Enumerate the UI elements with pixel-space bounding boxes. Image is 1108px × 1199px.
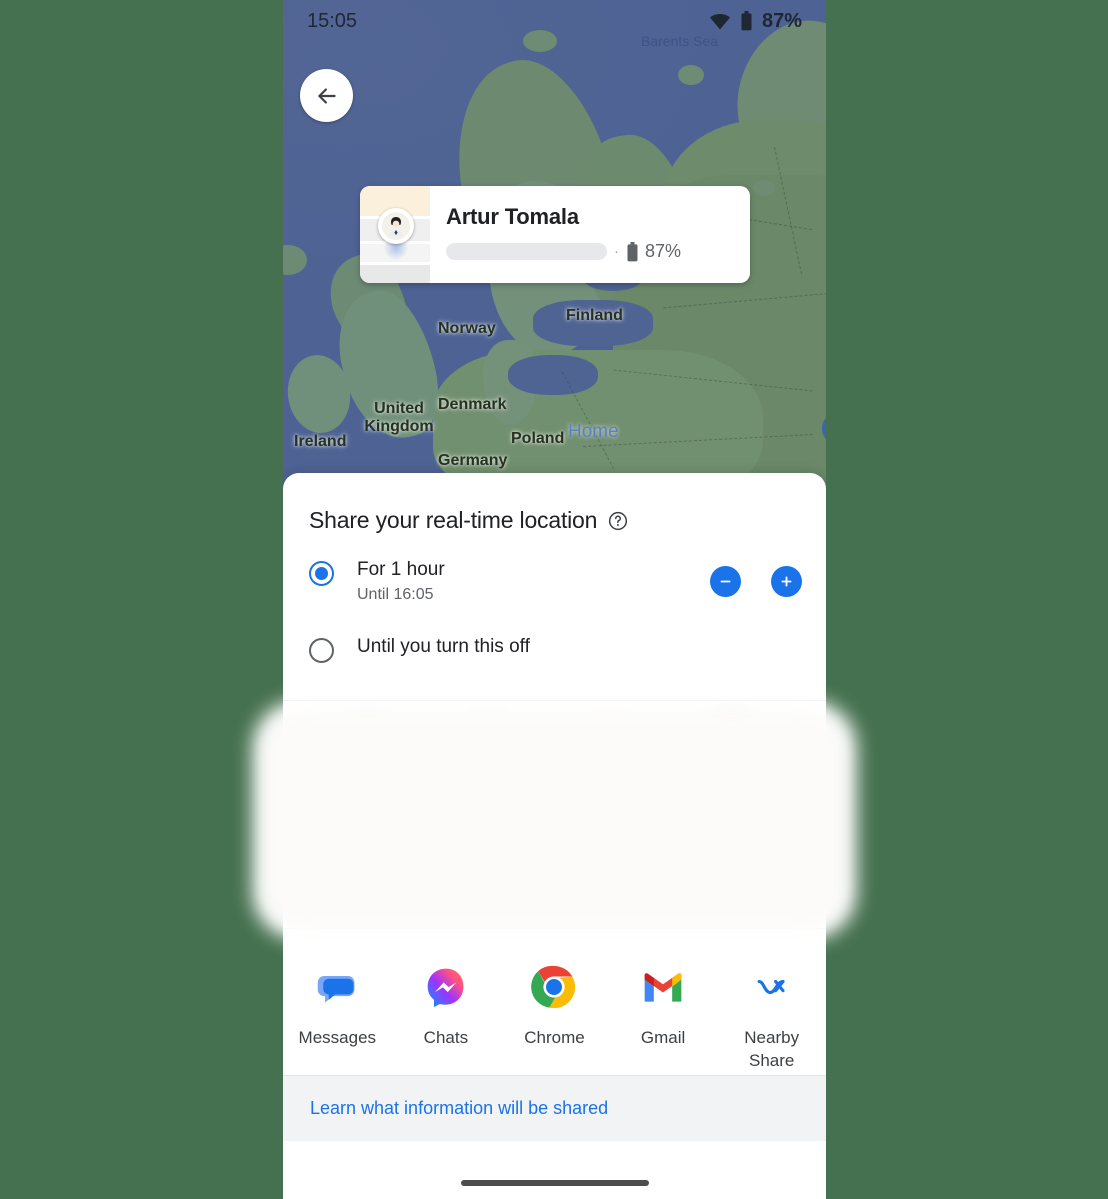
- map-label-finland: Finland: [566, 307, 623, 324]
- card-address-redacted: [446, 243, 607, 260]
- status-battery-percent: 87%: [761, 9, 802, 32]
- wifi-icon: [709, 14, 730, 30]
- option-text-for-1-hour: For 1 hour Until 16:05: [357, 558, 710, 604]
- share-target-chats[interactable]: Chats: [392, 963, 501, 1073]
- map-label-norway: Norway: [438, 320, 496, 337]
- plus-glyph: [781, 576, 792, 587]
- messenger-icon: [422, 963, 470, 1011]
- option-text-until-turned-off: Until you turn this off: [357, 635, 802, 659]
- learn-what-information-link[interactable]: Learn what information will be shared: [310, 1098, 608, 1119]
- messages-icon: [313, 963, 361, 1011]
- map-label-poland: Poland: [511, 430, 565, 447]
- card-battery-percent: 87%: [645, 241, 682, 261]
- minus-circle-icon[interactable]: [710, 566, 741, 597]
- phone-viewport: Barents Sea Norway Finland Denmark Unite…: [283, 0, 826, 1199]
- minus-glyph: [720, 580, 731, 583]
- share-target-label: Gmail: [640, 1027, 686, 1047]
- card-meta-row: · 87%: [446, 241, 734, 262]
- page-title: Share your real-time location: [309, 507, 598, 533]
- person-info-card[interactable]: Artur Tomala · 87%: [360, 186, 750, 283]
- contact-item[interactable]: Jus Pad +48 602: [791, 722, 826, 928]
- contact-name: Jus Pad: [823, 811, 826, 833]
- card-map-thumbnail: [360, 186, 430, 283]
- radio-until-turned-off[interactable]: [309, 637, 334, 663]
- chrome-icon: [530, 963, 578, 1011]
- battery-icon: [741, 11, 752, 31]
- share-target-label: Chats: [423, 1027, 469, 1047]
- screen: Barents Sea Norway Finland Denmark Unite…: [0, 0, 1108, 1199]
- status-icons: 87%: [709, 10, 802, 33]
- contact-app-label: Maps: [470, 845, 507, 863]
- map-label-ireland: Ireland: [294, 433, 347, 450]
- nearby-share-icon: [748, 963, 796, 1011]
- option-sublabel-until: Until 16:05: [357, 585, 434, 603]
- contact-item[interactable]: Maps: [670, 722, 791, 928]
- share-app-row: Messages Chats Chrome Gmail Nearby Share: [283, 927, 826, 1073]
- contact-item[interactable]: Maps: [307, 722, 428, 928]
- share-target-label: Chrome: [524, 1027, 585, 1047]
- gmail-icon: [639, 963, 687, 1011]
- sheet-header: Share your real-time location: [283, 473, 826, 534]
- option-row-for-1-hour[interactable]: For 1 hour Until 16:05: [283, 558, 826, 604]
- option-label-until-turned-off: Until you turn this off: [357, 635, 530, 657]
- inland-water-baltic-2: [508, 355, 598, 395]
- contacts-strip[interactable]: Maps Maps Maps Maps: [283, 700, 826, 928]
- help-circle-icon[interactable]: [608, 511, 628, 531]
- battery-icon: [627, 241, 638, 261]
- map-label-denmark: Denmark: [438, 396, 507, 413]
- back-button[interactable]: [300, 69, 353, 122]
- map-label-united-kingdom: United Kingdom: [364, 400, 434, 436]
- map-canvas[interactable]: Barents Sea Norway Finland Denmark Unite…: [283, 0, 826, 495]
- person-avatar-icon: [378, 208, 414, 244]
- card-meta-separator: ·: [614, 243, 619, 260]
- contact-item[interactable]: Maps: [484, 722, 735, 928]
- duration-stepper: [710, 566, 802, 597]
- card-body: Artur Tomala · 87%: [430, 186, 750, 283]
- contact-app-label: +48 602: [824, 848, 826, 865]
- avatar-glyph: [389, 217, 403, 236]
- map-label-germany: Germany: [438, 452, 508, 469]
- share-target-gmail[interactable]: Gmail: [609, 963, 718, 1073]
- contact-app-label: Maps: [591, 845, 628, 863]
- share-target-nearby-share[interactable]: Nearby Share: [717, 963, 826, 1073]
- pin-body: [822, 412, 826, 445]
- back-arrow-icon: [317, 87, 336, 104]
- share-bottom-sheet: Share your real-time location For 1 hour…: [283, 473, 826, 1199]
- map-label-home: Home: [568, 421, 619, 442]
- option-label-for-1-hour: For 1 hour: [357, 559, 445, 580]
- card-person-name: Artur Tomala: [446, 204, 579, 229]
- option-row-until-turned-off[interactable]: Until you turn this off: [283, 635, 826, 663]
- home-pin-icon[interactable]: [822, 412, 826, 454]
- learn-more-bar: Learn what information will be shared: [283, 1075, 826, 1141]
- duration-options: For 1 hour Until 16:05 Until you turn th…: [283, 534, 826, 663]
- home-gesture-bar[interactable]: [460, 1180, 649, 1186]
- landmass-isle-2: [678, 65, 704, 85]
- share-target-label: Nearby Share: [744, 1027, 800, 1070]
- landmass-isle-3: [753, 180, 775, 196]
- share-target-label: Messages: [298, 1027, 377, 1047]
- share-target-chrome[interactable]: Chrome: [500, 963, 609, 1073]
- contact-app-label: Maps: [349, 845, 386, 863]
- contact-app-label: Maps: [712, 845, 749, 863]
- share-target-messages[interactable]: Messages: [283, 963, 392, 1073]
- status-bar: 15:05 87%: [283, 0, 826, 42]
- plus-circle-icon[interactable]: [771, 566, 802, 597]
- radio-for-1-hour[interactable]: [309, 561, 334, 586]
- status-time: 15:05: [307, 9, 358, 32]
